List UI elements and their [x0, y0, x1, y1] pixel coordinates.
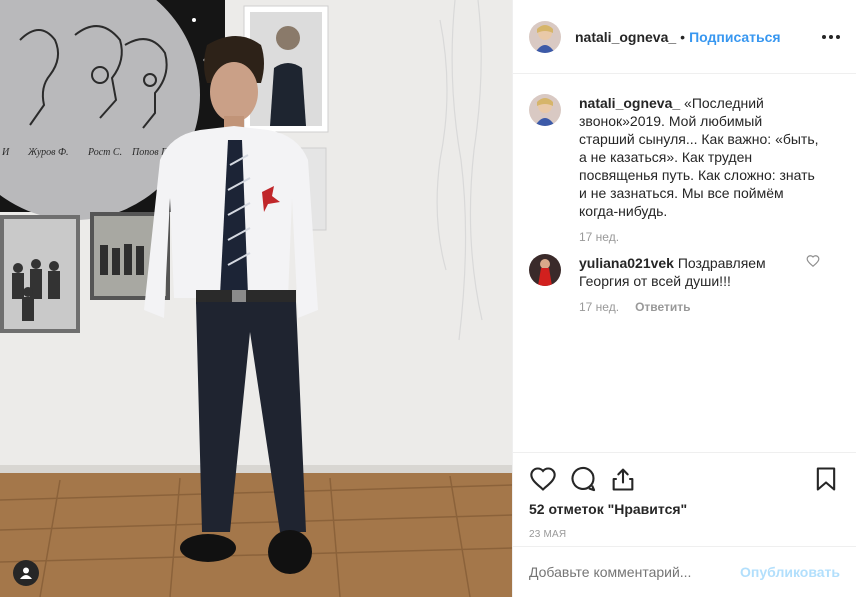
caption-meta: 17 нед.: [579, 230, 840, 244]
instagram-post: И Журов Ф. Рост С. Попов Г. natali_ognev…: [0, 0, 856, 597]
comment-text-block: yuliana021vek Поздравляем Георгия от все…: [579, 254, 819, 290]
add-comment-bar: Опубликовать: [513, 546, 856, 597]
likes-count[interactable]: 52 отметок "Нравится": [529, 501, 840, 517]
comment-like-icon[interactable]: [806, 254, 820, 268]
heart-icon[interactable]: [529, 465, 557, 493]
comment-time[interactable]: 17 нед.: [579, 300, 619, 314]
caption-text-block: natali_ogneva_ «Последний звонок»2019. М…: [579, 94, 819, 220]
comment-icon[interactable]: [569, 465, 597, 493]
caption: natali_ogneva_ «Последний звонок»2019. М…: [529, 94, 840, 220]
reply-button[interactable]: Ответить: [635, 300, 690, 314]
publish-button[interactable]: Опубликовать: [740, 564, 840, 580]
caption-avatar[interactable]: [529, 94, 561, 126]
share-icon[interactable]: [609, 465, 637, 493]
profile-icon[interactable]: [13, 560, 39, 586]
action-bar: 52 отметок "Нравится" 23 мая: [513, 452, 856, 540]
caption-time[interactable]: 17 нед.: [579, 230, 619, 244]
comment-meta: 17 нед. Ответить: [579, 300, 840, 314]
more-icon[interactable]: [822, 29, 840, 45]
caption-username[interactable]: natali_ogneva_: [579, 95, 680, 111]
commenter-avatar[interactable]: [529, 254, 561, 286]
poster-name-3: Рост С.: [87, 147, 122, 158]
author-avatar[interactable]: [529, 20, 561, 53]
poster-name-1: И: [1, 147, 10, 158]
poster-name-2: Журов Ф.: [27, 147, 69, 158]
photo-scene: И Журов Ф. Рост С. Попов Г.: [0, 0, 512, 597]
comments-list[interactable]: natali_ogneva_ «Последний звонок»2019. М…: [513, 74, 856, 452]
action-icons: [529, 459, 840, 499]
comment-input[interactable]: [529, 564, 741, 580]
comment-item: yuliana021vek Поздравляем Георгия от все…: [529, 254, 840, 290]
bookmark-icon[interactable]: [812, 465, 840, 493]
post-sidebar: natali_ogneva_ • Подписаться natali_ogne…: [513, 0, 856, 597]
comment-username[interactable]: yuliana021vek: [579, 255, 674, 271]
separator-dot: •: [680, 28, 686, 45]
post-date[interactable]: 23 мая: [529, 529, 840, 540]
post-header: natali_ogneva_ • Подписаться: [513, 0, 856, 74]
author-username[interactable]: natali_ogneva_: [575, 29, 676, 45]
post-photo[interactable]: И Журов Ф. Рост С. Попов Г.: [0, 0, 513, 597]
caption-text: «Последний звонок»2019. Мой любимый стар…: [579, 95, 819, 219]
follow-button[interactable]: Подписаться: [689, 29, 781, 45]
